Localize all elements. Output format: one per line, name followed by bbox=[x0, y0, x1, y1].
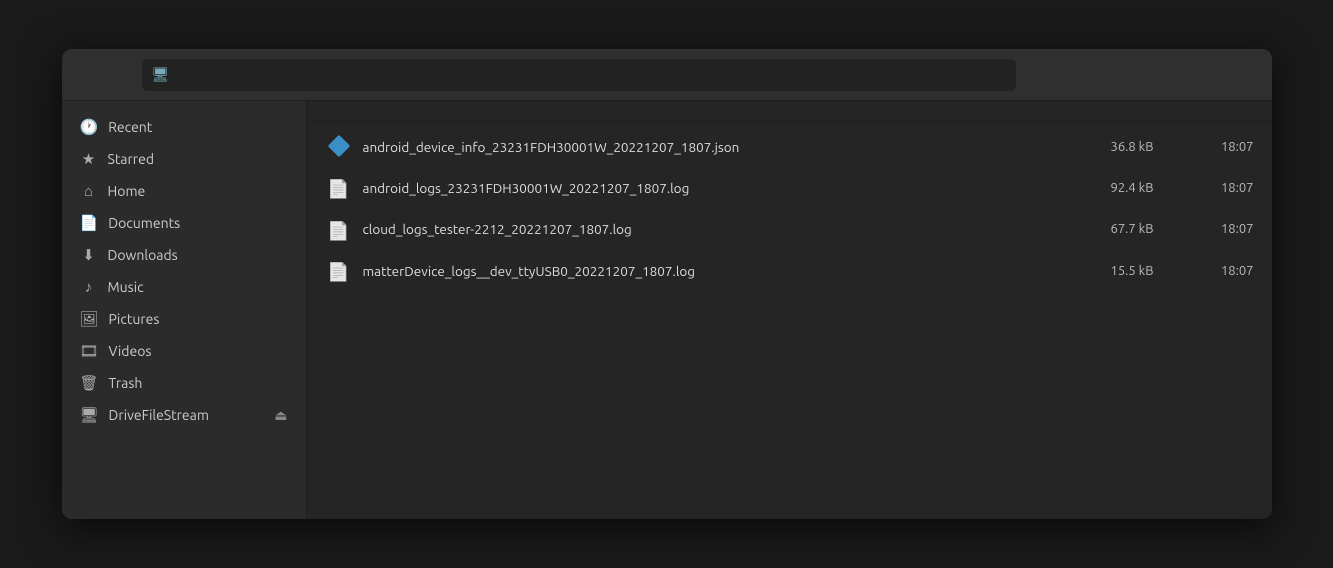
toolbar: 🖥 bbox=[62, 49, 1272, 101]
json-file-icon bbox=[325, 134, 353, 159]
videos-icon: 🎞 bbox=[80, 342, 99, 360]
back-button[interactable] bbox=[74, 61, 102, 89]
sidebar-item-pictures[interactable]: 🖼 Pictures bbox=[62, 303, 306, 335]
starred-label: Starred bbox=[108, 151, 155, 167]
file-size: 15.5 kB bbox=[1054, 264, 1154, 278]
list-view-button[interactable] bbox=[1132, 60, 1162, 90]
filelist-body: android_device_info_23231FDH30001W_20221… bbox=[307, 122, 1272, 519]
downloads-icon: ⬇ bbox=[80, 246, 98, 264]
file-row[interactable]: android_device_info_23231FDH30001W_20221… bbox=[307, 126, 1272, 167]
sidebar-item-trash[interactable]: 🗑 Trash bbox=[62, 367, 306, 399]
sidebar-item-music[interactable]: ♪ Music bbox=[62, 271, 306, 303]
more-options-button[interactable] bbox=[1030, 60, 1060, 90]
file-size: 67.7 kB bbox=[1054, 222, 1154, 236]
file-name: android_device_info_23231FDH30001W_20221… bbox=[363, 139, 1054, 155]
maximize-button[interactable] bbox=[1204, 62, 1230, 88]
file-modified: 18:07 bbox=[1154, 222, 1254, 236]
log-file-icon bbox=[325, 258, 353, 284]
pictures-icon: 🖼 bbox=[80, 310, 99, 328]
filelist-header bbox=[307, 101, 1272, 122]
grid-view-button[interactable] bbox=[1098, 60, 1128, 90]
toolbar-actions bbox=[1030, 60, 1162, 90]
trash-label: Trash bbox=[109, 375, 143, 391]
drive-label: DriveFileStream bbox=[109, 407, 209, 423]
sidebar-item-home[interactable]: ⌂ Home bbox=[62, 175, 306, 207]
documents-label: Documents bbox=[108, 215, 180, 231]
minimize-button[interactable] bbox=[1174, 62, 1200, 88]
videos-label: Videos bbox=[109, 343, 152, 359]
file-row[interactable]: matterDevice_logs__dev_ttyUSB0_20221207_… bbox=[307, 250, 1272, 292]
recent-label: Recent bbox=[108, 119, 152, 135]
search-button[interactable] bbox=[1064, 60, 1094, 90]
file-name: cloud_logs_tester-2212_20221207_1807.log bbox=[363, 221, 1054, 237]
documents-icon: 📄 bbox=[80, 214, 99, 232]
home-label: Home bbox=[108, 183, 146, 199]
sidebar-item-videos[interactable]: 🎞 Videos bbox=[62, 335, 306, 367]
file-size: 36.8 kB bbox=[1054, 140, 1154, 154]
file-modified: 18:07 bbox=[1154, 264, 1254, 278]
window-controls bbox=[1174, 62, 1260, 88]
sidebar-item-downloads[interactable]: ⬇ Downloads bbox=[62, 239, 306, 271]
pictures-label: Pictures bbox=[109, 311, 160, 327]
forward-button[interactable] bbox=[108, 61, 136, 89]
home-icon: ⌂ bbox=[80, 182, 98, 200]
sidebar: 🕐 Recent ★ Starred ⌂ Home 📄 Documents ⬇ … bbox=[62, 101, 307, 519]
downloads-label: Downloads bbox=[108, 247, 178, 263]
drive-extra-icon[interactable]: ⏏ bbox=[274, 407, 287, 424]
file-modified: 18:07 bbox=[1154, 140, 1254, 154]
file-name: matterDevice_logs__dev_ttyUSB0_20221207_… bbox=[363, 263, 1054, 279]
log-file-icon bbox=[325, 217, 353, 243]
music-label: Music bbox=[108, 279, 144, 295]
breadcrumb-bar[interactable]: 🖥 bbox=[142, 59, 1016, 91]
sidebar-item-documents[interactable]: 📄 Documents bbox=[62, 207, 306, 239]
sidebar-item-drive[interactable]: 🖥 DriveFileStream ⏏ bbox=[62, 399, 306, 431]
file-manager-window: 🖥 🕐 Recent ★ Starre bbox=[62, 49, 1272, 519]
main-area: 🕐 Recent ★ Starred ⌂ Home 📄 Documents ⬇ … bbox=[62, 101, 1272, 519]
starred-icon: ★ bbox=[80, 150, 98, 168]
recent-icon: 🕐 bbox=[80, 118, 99, 136]
sidebar-item-recent[interactable]: 🕐 Recent bbox=[62, 111, 306, 143]
file-name: android_logs_23231FDH30001W_20221207_180… bbox=[363, 180, 1054, 196]
file-row[interactable]: android_logs_23231FDH30001W_20221207_180… bbox=[307, 167, 1272, 209]
file-modified: 18:07 bbox=[1154, 181, 1254, 195]
os-icon: 🖥 bbox=[152, 66, 170, 83]
trash-icon: 🗑 bbox=[80, 374, 99, 392]
sidebar-item-starred[interactable]: ★ Starred bbox=[62, 143, 306, 175]
file-row[interactable]: cloud_logs_tester-2212_20221207_1807.log… bbox=[307, 209, 1272, 251]
file-list: android_device_info_23231FDH30001W_20221… bbox=[307, 101, 1272, 519]
file-size: 92.4 kB bbox=[1054, 181, 1154, 195]
log-file-icon bbox=[325, 175, 353, 201]
drive-icon: 🖥 bbox=[80, 406, 99, 424]
music-icon: ♪ bbox=[80, 278, 98, 296]
close-button[interactable] bbox=[1234, 62, 1260, 88]
